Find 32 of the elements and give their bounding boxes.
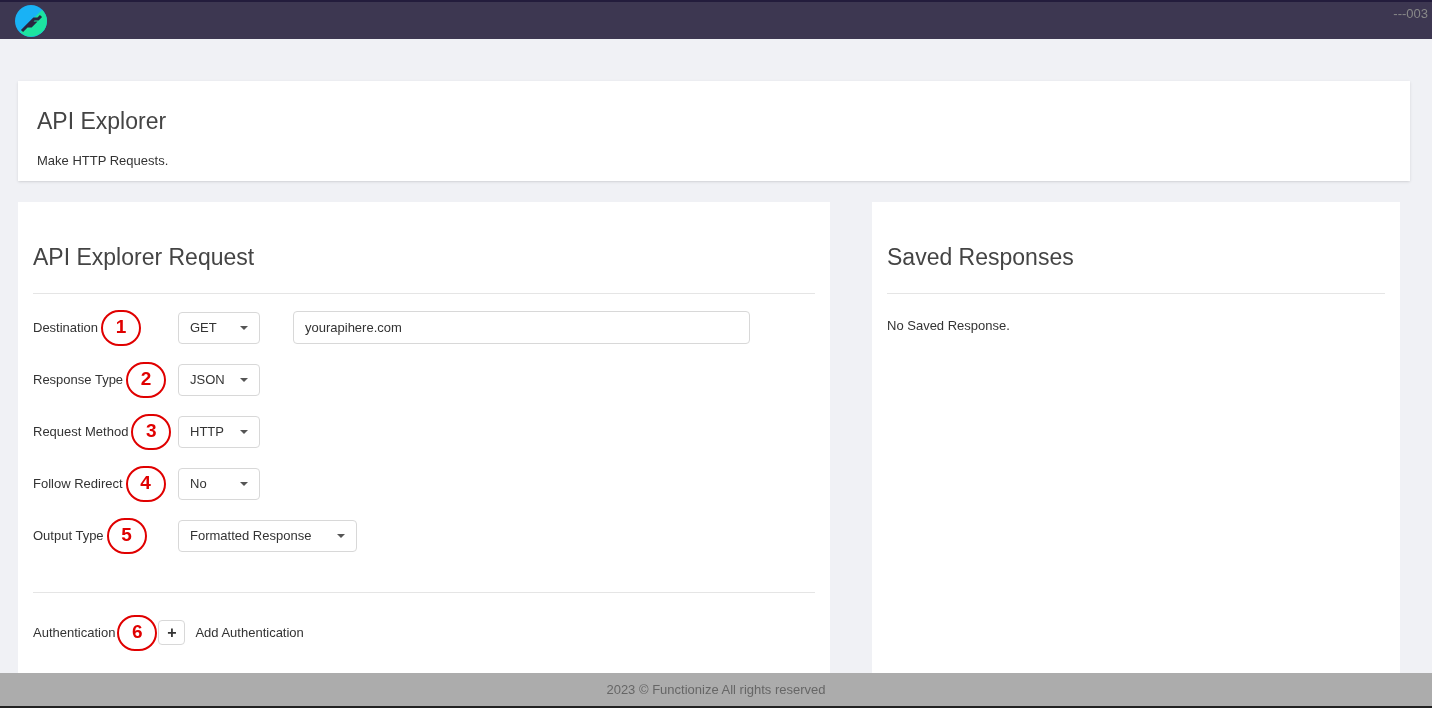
page-title: API Explorer bbox=[37, 107, 168, 136]
caret-icon bbox=[240, 377, 248, 382]
annotation-marker: 1 bbox=[101, 309, 142, 346]
field-label: Authentication bbox=[33, 623, 116, 642]
dropdown-select[interactable]: No bbox=[178, 467, 260, 500]
field-label: Output Type bbox=[33, 526, 104, 545]
dropdown-select[interactable]: Formatted Response bbox=[178, 519, 357, 552]
caret-icon bbox=[240, 481, 248, 486]
caret-icon bbox=[337, 533, 345, 538]
field-label: Destination bbox=[33, 318, 99, 337]
page-subtitle: Make HTTP Requests. bbox=[37, 151, 170, 170]
annotation-marker: 6 bbox=[117, 614, 158, 651]
annotation-marker: 5 bbox=[106, 517, 147, 554]
caret-icon bbox=[240, 429, 248, 434]
section-title: Saved Responses bbox=[887, 240, 1385, 294]
add-authentication-link[interactable]: Add Authentication bbox=[195, 622, 304, 643]
field-label: Response Type bbox=[33, 370, 124, 389]
caret-icon bbox=[240, 325, 248, 330]
dropdown-select[interactable]: HTTP bbox=[178, 415, 260, 448]
copyright-text: 2023 © Functionize All rights reserved bbox=[606, 680, 826, 699]
url-field[interactable]: yourapihere.com bbox=[293, 311, 750, 344]
annotation-marker: 4 bbox=[125, 465, 166, 502]
field-label: Follow Redirect bbox=[33, 474, 123, 493]
add-button[interactable]: + bbox=[158, 620, 186, 645]
annotation-marker: 3 bbox=[131, 413, 172, 450]
annotation-marker: 2 bbox=[126, 361, 167, 398]
section-title: API Explorer Request bbox=[33, 240, 815, 294]
dropdown-select[interactable]: GET bbox=[178, 311, 260, 344]
dropdown-select[interactable]: JSON bbox=[178, 363, 260, 396]
field-label: Request Method bbox=[33, 422, 129, 441]
empty-message: No Saved Response. bbox=[887, 316, 1011, 335]
version-code: ---003 bbox=[1393, 5, 1428, 23]
